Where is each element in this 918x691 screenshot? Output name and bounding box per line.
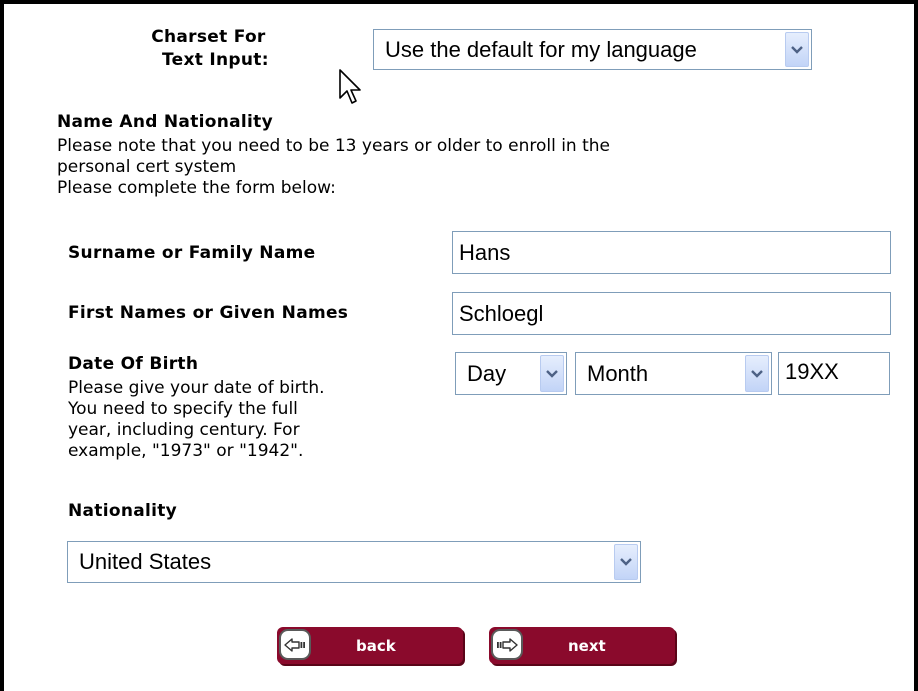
section-instruction: Please complete the form below:	[57, 178, 336, 198]
section-note: Please note that you need to be 13 years…	[57, 136, 610, 199]
section-note-line2: personal cert system	[57, 157, 237, 177]
dob-help-line4: example, "1973" or "1942".	[68, 441, 304, 461]
charset-label: Charset For Text Input:	[148, 26, 269, 72]
dob-label: Date Of Birth	[68, 354, 199, 374]
dob-help-line1: Please give your date of birth.	[68, 378, 325, 398]
dob-help: Please give your date of birth. You need…	[68, 378, 325, 462]
nationality-selected-value: United States	[79, 549, 212, 574]
next-label: next	[568, 636, 606, 655]
surname-value: Hans	[459, 239, 511, 265]
back-button[interactable]: back	[277, 627, 463, 664]
dob-month-value: Month	[587, 360, 649, 386]
chevron-down-icon[interactable]	[540, 355, 564, 392]
first-names-value: Schloegl	[459, 300, 544, 326]
charset-select[interactable]: Use the default for my language	[373, 29, 812, 70]
arrow-left-icon	[279, 629, 311, 660]
dob-day-value: Day	[467, 360, 507, 386]
chevron-down-icon[interactable]	[614, 544, 638, 580]
nationality-label: Nationality	[68, 501, 178, 521]
surname-label: Surname or Family Name	[68, 243, 316, 263]
dob-help-line2: You need to specify the full	[68, 399, 298, 419]
dob-day-select[interactable]: Day	[455, 352, 567, 395]
arrow-right-icon	[491, 629, 523, 660]
chevron-down-icon[interactable]	[785, 32, 809, 67]
next-button[interactable]: next	[489, 627, 675, 664]
charset-label-line2: Text Input:	[162, 50, 269, 70]
mouse-pointer-icon	[338, 68, 364, 112]
dob-month-select[interactable]: Month	[575, 352, 772, 395]
first-names-label: First Names or Given Names	[68, 303, 349, 323]
nationality-select[interactable]: United States	[67, 541, 641, 583]
surname-input[interactable]: Hans	[452, 231, 891, 274]
section-note-line1: Please note that you need to be 13 years…	[57, 136, 611, 156]
first-names-input[interactable]: Schloegl	[452, 292, 891, 335]
dob-year-value: 19XX	[785, 359, 839, 384]
dob-help-line3: year, including century. For	[68, 420, 300, 440]
charset-selected-value: Use the default for my language	[385, 36, 697, 62]
dob-year-input[interactable]: 19XX	[778, 352, 890, 395]
section-title: Name And Nationality	[57, 112, 273, 132]
charset-label-line1: Charset For	[151, 27, 266, 47]
page-frame	[0, 0, 918, 691]
back-label: back	[356, 636, 396, 655]
chevron-down-icon[interactable]	[745, 355, 769, 392]
